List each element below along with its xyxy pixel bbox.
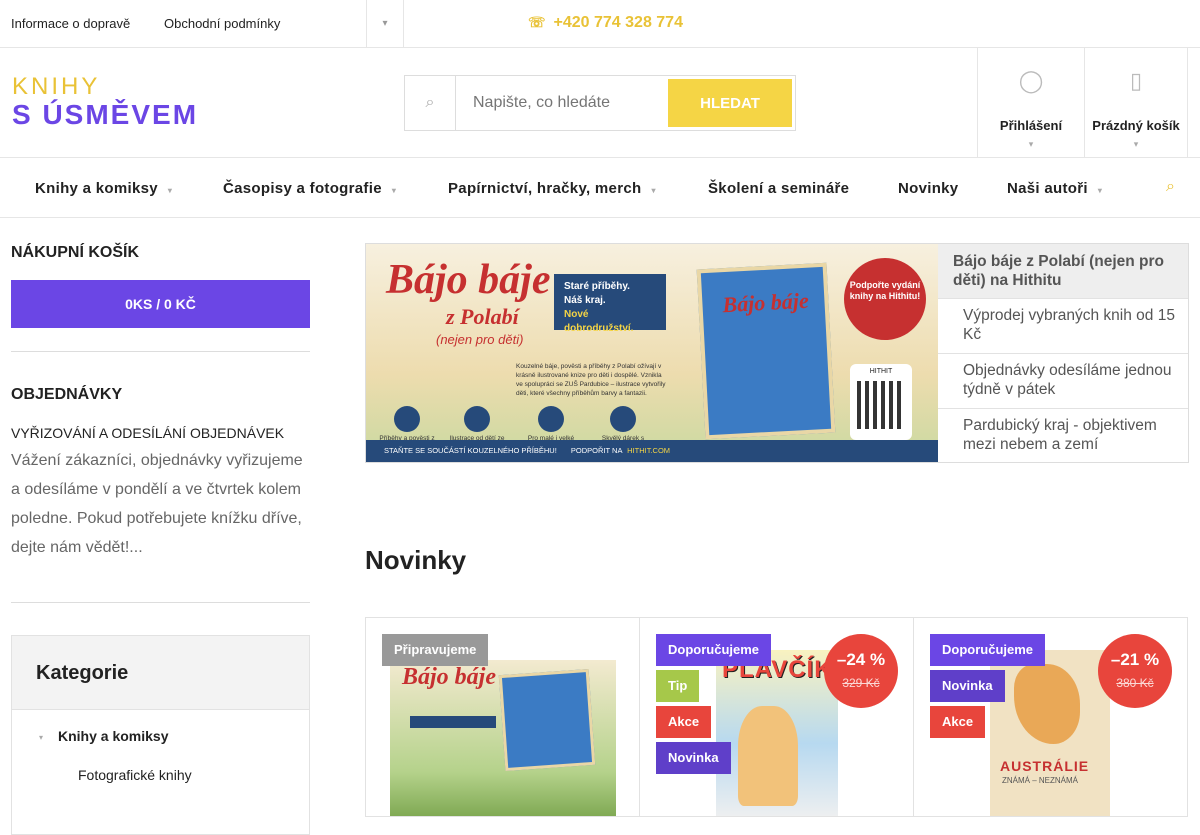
cart-summary-button[interactable]: 0KS / 0 KČ: [11, 280, 310, 328]
family-icon: [538, 406, 564, 432]
banner-list-item[interactable]: Pardubický kraj - objektivem mezi nebem …: [938, 408, 1188, 463]
chevron-down-icon[interactable]: ▾: [366, 0, 404, 48]
topbar-link-podminky[interactable]: Obchodní podmínky: [164, 16, 280, 31]
banner-image[interactable]: Bájo báje z Polabí (nejen pro děti) Star…: [366, 244, 938, 462]
logo[interactable]: KNIHY S ÚSMĚVEM: [12, 74, 198, 130]
nav-item-casopisy[interactable]: Časopisy a fotografie ▾: [223, 180, 396, 197]
banner-description: Kouzelné báje, pověsti a příběhy z Polab…: [516, 363, 666, 397]
flag-tip: Tip: [656, 670, 700, 702]
banner-list: Bájo báje z Polabí (nejen pro děti) na H…: [938, 244, 1188, 462]
discount-badge: –24 % 329 Kč: [824, 634, 898, 708]
discount-badge: –21 % 380 Kč: [1098, 634, 1172, 708]
qr-code-icon: [857, 381, 905, 429]
chevron-down-icon: ▾: [1133, 139, 1139, 149]
banner-image-subtitle: z Polabí: [446, 304, 519, 329]
orders-text: Vážení zákazníci, objednávky vyřizujeme …: [11, 452, 303, 556]
user-icon: ◯: [1018, 68, 1044, 93]
chevron-down-icon: ▾: [39, 733, 44, 742]
search-button[interactable]: HLEDAT: [668, 79, 792, 127]
orders-title: OBJEDNÁVKY: [11, 386, 123, 403]
search-icon[interactable]: ⌕: [1166, 178, 1175, 196]
search-input[interactable]: [473, 94, 663, 112]
banner-badge: Podpořte vydání knihy na Hithitu!: [844, 258, 926, 340]
category-item-foto[interactable]: Fotografické knihy: [78, 767, 192, 783]
chevron-down-icon: ▾: [391, 186, 397, 195]
topbar-link-doprava[interactable]: Informace o dopravě: [11, 16, 130, 31]
categories-panel: Kategorie ▾ Knihy a komiksy Fotografické…: [11, 635, 310, 835]
product-card[interactable]: Bájo báje Připravujeme: [365, 617, 640, 817]
flag-novinka: Novinka: [656, 742, 731, 774]
product-image[interactable]: Bájo báje: [390, 660, 616, 816]
nav-item-autori[interactable]: Naši autoři ▾: [1007, 180, 1102, 197]
flag-akce: Akce: [656, 706, 712, 738]
gift-icon: [610, 406, 636, 432]
search-icon: ⌕: [405, 76, 456, 130]
category-item-knihy[interactable]: Knihy a komiksy: [58, 728, 169, 744]
banner-book-cover: Bájo báje: [696, 262, 836, 440]
chevron-down-icon: ▾: [167, 186, 173, 195]
top-bar: Informace o dopravě Obchodní podmínky ▾ …: [0, 0, 1200, 48]
login-label: Přihlášení: [999, 118, 1063, 133]
banner-footer: STAŇTE SE SOUČÁSTÍ KOUZELNÉHO PŘÍBĚHU! P…: [366, 440, 938, 462]
cart-button[interactable]: ▯ Prázdný košík ▾: [1084, 48, 1188, 158]
logo-line-2: S ÚSMĚVEM: [12, 99, 199, 130]
section-title: Novinky: [365, 545, 467, 575]
chevron-down-icon: ▾: [651, 186, 656, 195]
banner-image-title: Bájo báje: [386, 257, 551, 303]
divider: [11, 602, 310, 603]
divider: [11, 351, 310, 352]
chevron-down-icon: ▾: [1097, 186, 1103, 195]
nav-item-skoleni[interactable]: Školení a semináře: [708, 180, 849, 197]
flag-doporucujeme: Doporučujeme: [930, 634, 1046, 666]
chevron-down-icon: ▾: [1028, 139, 1034, 149]
logo-line-1: KNIHY: [12, 73, 101, 100]
book-icon: [394, 406, 420, 432]
palette-icon: [464, 406, 490, 432]
banner-list-item[interactable]: Objednávky odesíláme jednou týdně v páte…: [938, 353, 1188, 408]
main-navigation: Knihy a komiksy ▾ Časopisy a fotografie ▾ …: [0, 158, 1200, 218]
banner-list-item-active[interactable]: Bájo báje z Polabí (nejen pro děti) na H…: [938, 244, 1188, 298]
product-grid: Bájo báje Připravujeme PLAVČÍK Doporučuj…: [365, 617, 1189, 817]
banner-list-item[interactable]: Výprodej vybraných knih od 15 Kč: [938, 298, 1188, 353]
categories-title: Kategorie: [12, 636, 309, 710]
product-card[interactable]: PLAVČÍK Doporučujeme Tip Akce Novinka –2…: [639, 617, 914, 817]
phone-number[interactable]: ☏ +420 774 328 774: [528, 14, 683, 32]
product-card[interactable]: AUSTRÁLIE ZNÁMÁ – NEZNÁMÁ Doporučujeme N…: [913, 617, 1188, 817]
nav-item-papirnictvi[interactable]: Papírnictví, hračky, merch ▾: [448, 180, 656, 197]
header: KNIHY S ÚSMĚVEM ⌕ HLEDAT ◯ Přihlášení ▾ …: [0, 48, 1200, 158]
login-button[interactable]: ◯ Přihlášení ▾: [977, 48, 1084, 158]
banner-carousel: Bájo báje z Polabí (nejen pro děti) Star…: [365, 243, 1189, 463]
flag-pripravujeme: Připravujeme: [382, 634, 489, 666]
nav-item-knihy[interactable]: Knihy a komiksy ▾: [35, 180, 172, 197]
banner-slogan: Staré příběhy. Náš kraj. Nové dobrodružs…: [554, 274, 666, 334]
search-form: ⌕ HLEDAT: [404, 75, 796, 131]
banner-image-sub2: (nejen pro děti): [436, 332, 524, 347]
orders-subtitle: VYŘIZOVÁNÍ A ODESÍLÁNÍ OBJEDNÁVEK: [11, 425, 285, 441]
cart-title: NÁKUPNÍ KOŠÍK: [11, 244, 140, 261]
cart-label: Prázdný košík: [1092, 118, 1180, 133]
product-image[interactable]: PLAVČÍK: [716, 650, 838, 816]
flag-doporucujeme: Doporučujeme: [656, 634, 772, 666]
qr-code: HITHIT: [850, 364, 912, 440]
flag-novinka: Novinka: [930, 670, 1005, 702]
cart-icon: ▯: [1129, 68, 1143, 93]
product-image[interactable]: AUSTRÁLIE ZNÁMÁ – NEZNÁMÁ: [990, 650, 1110, 816]
flag-akce: Akce: [930, 706, 986, 738]
phone-icon: ☏: [528, 14, 546, 30]
nav-item-novinky[interactable]: Novinky: [898, 180, 958, 197]
